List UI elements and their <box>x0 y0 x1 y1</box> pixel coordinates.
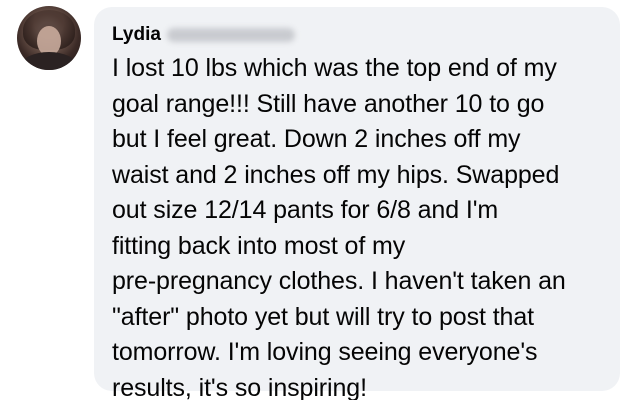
avatar[interactable] <box>17 6 81 70</box>
comment-text: I lost 10 lbs which was the top end of m… <box>112 54 566 400</box>
comment: Lydia I lost 10 lbs which was the top en… <box>0 0 640 400</box>
author-name[interactable]: Lydia <box>112 24 161 46</box>
author-surname-redaction <box>166 28 295 42</box>
author-row: Lydia <box>112 21 602 49</box>
comment-bubble: Lydia I lost 10 lbs which was the top en… <box>94 7 620 400</box>
avatar-shoulders <box>21 52 77 70</box>
